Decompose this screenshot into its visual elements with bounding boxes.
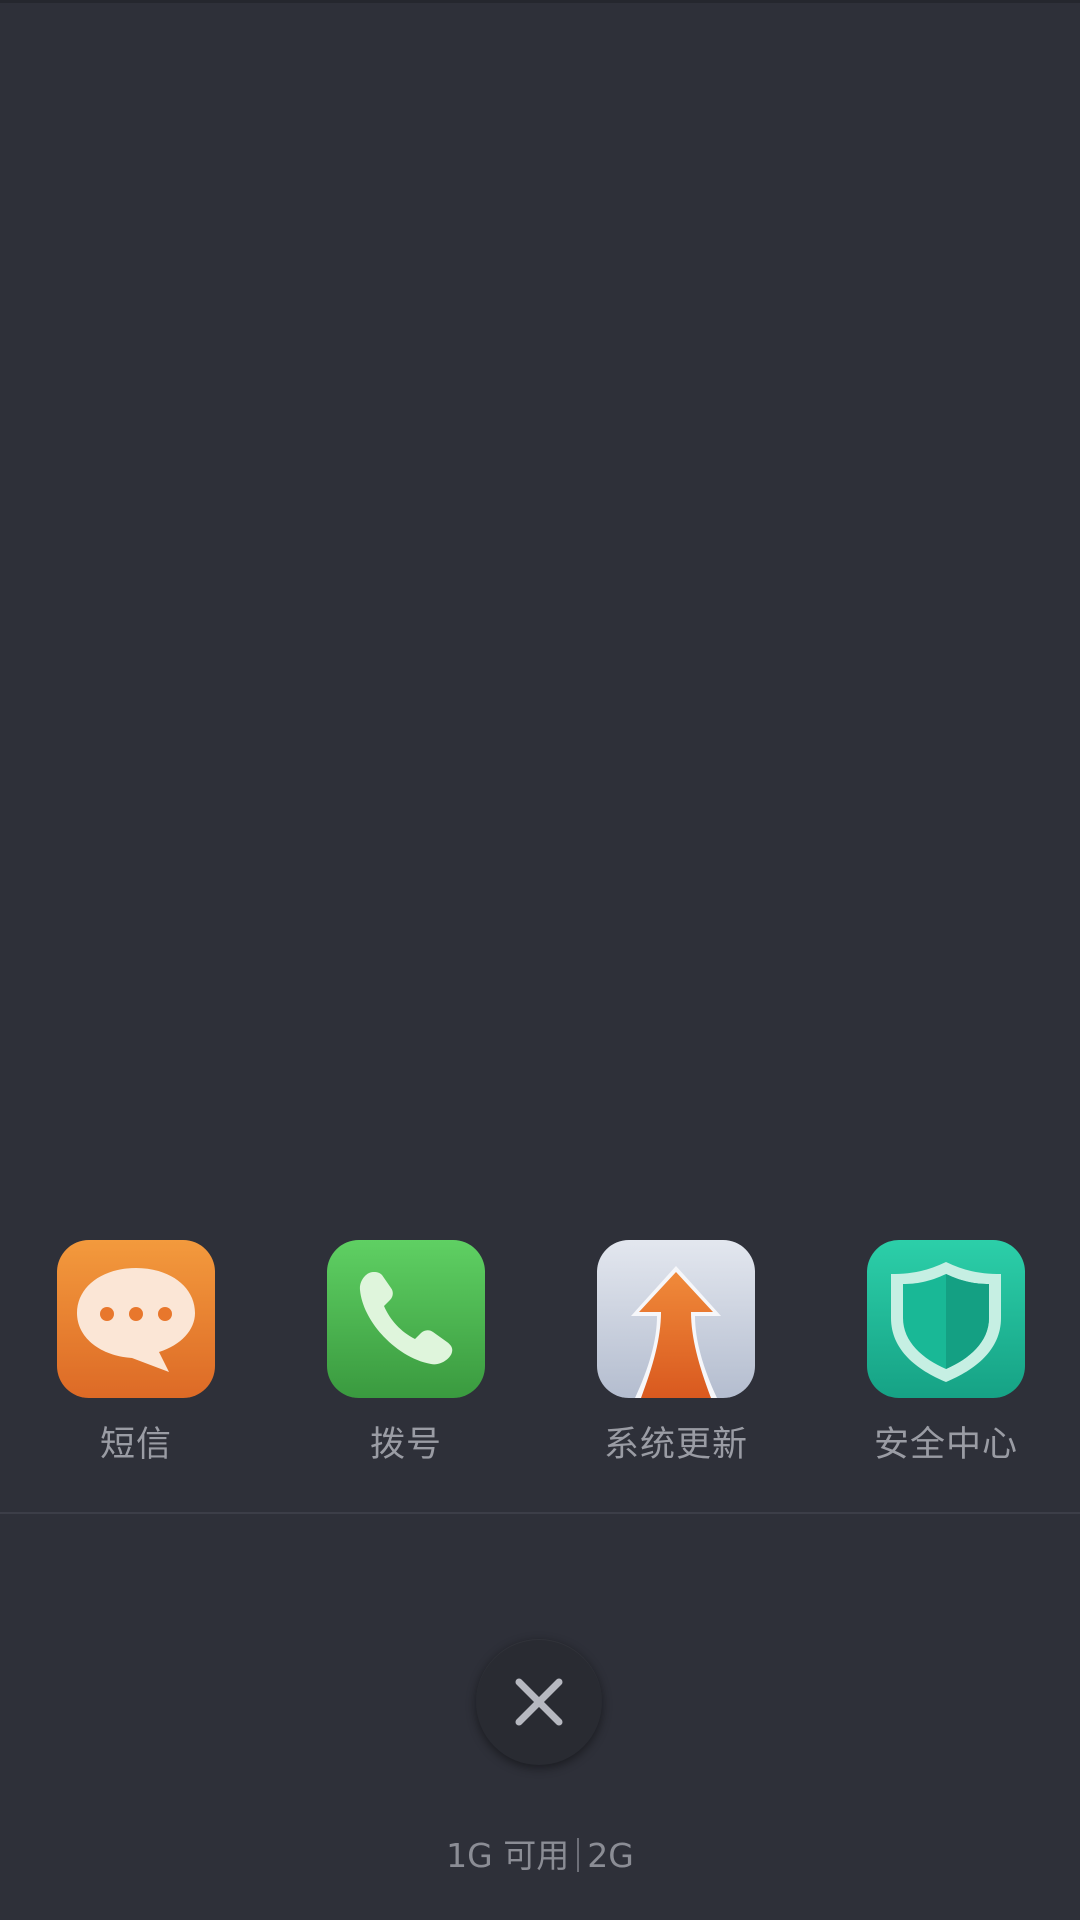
dock-divider	[0, 1512, 1080, 1514]
recent-tasks-area	[0, 0, 1080, 1240]
app-label: 安全中心	[873, 1425, 1018, 1465]
app-messages[interactable]: 短信	[35, 1240, 235, 1480]
memory-separator	[577, 1838, 580, 1872]
app-label: 系统更新	[603, 1425, 748, 1465]
app-dock: 短信 拨号 系统更新 安全中心	[0, 1240, 1080, 1512]
message-bubble-icon	[57, 1240, 215, 1398]
close-icon	[515, 1678, 563, 1726]
update-arrow-icon	[597, 1240, 755, 1398]
close-all-button[interactable]	[476, 1639, 602, 1765]
phone-handset-icon	[327, 1240, 485, 1398]
memory-total: 2G	[587, 1836, 634, 1875]
memory-available: 1G 可用	[446, 1836, 570, 1875]
app-label: 拨号	[369, 1425, 442, 1465]
app-phone[interactable]: 拨号	[305, 1240, 505, 1480]
shield-icon	[867, 1240, 1025, 1398]
app-system-update[interactable]: 系统更新	[575, 1240, 775, 1480]
recent-apps-screen: 短信 拨号 系统更新 安全中心 1G 可用 2G	[0, 0, 1080, 1920]
app-security-center[interactable]: 安全中心	[845, 1240, 1045, 1480]
memory-status: 1G 可用 2G	[0, 1834, 1080, 1878]
app-label: 短信	[99, 1425, 172, 1465]
